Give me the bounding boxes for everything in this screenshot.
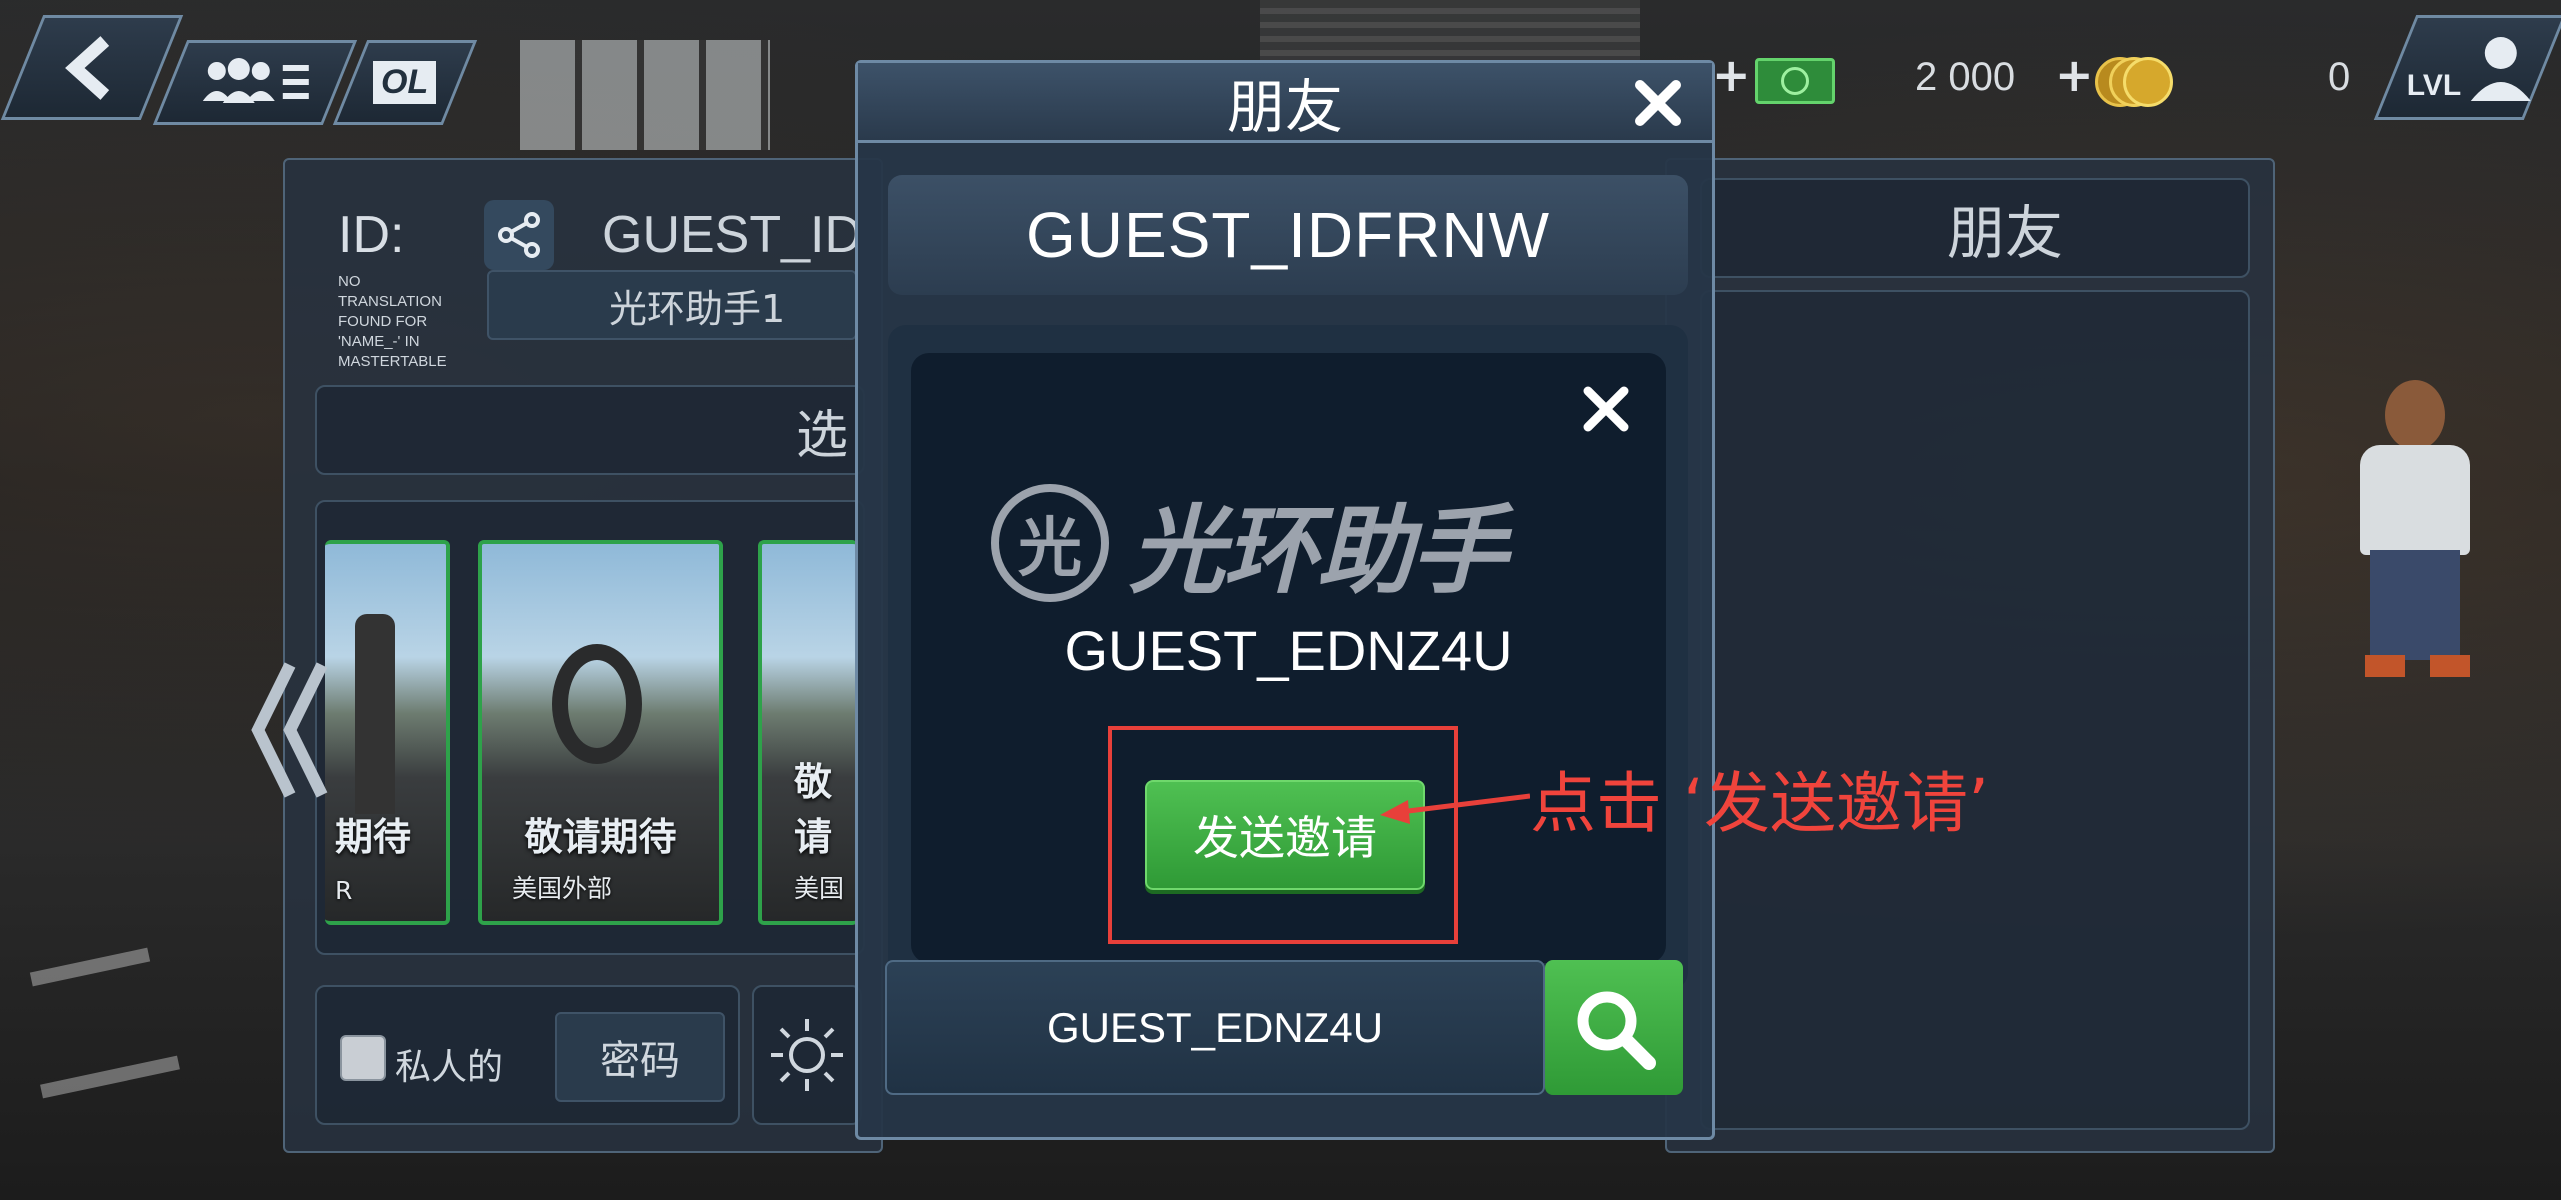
- private-label: 私人的: [395, 1047, 504, 1088]
- double-chevron-left-icon: [251, 662, 328, 798]
- search-value: GUEST_EDNZ4U: [1046, 1003, 1384, 1051]
- mode-selector-header[interactable]: 选: [315, 385, 865, 475]
- track-card-title: 敬请: [794, 760, 833, 859]
- track-card[interactable]: 敬请 美国: [758, 540, 858, 925]
- id-label: ID:: [338, 206, 405, 264]
- background-window: [520, 40, 770, 150]
- level-label: LVL: [2406, 68, 2462, 102]
- password-button[interactable]: 密码: [555, 1012, 725, 1102]
- annotation-arrow-icon: [1380, 793, 1530, 824]
- modal-header: 朋友: [858, 63, 1712, 143]
- friends-list-button[interactable]: [152, 40, 358, 125]
- sun-icon: [771, 1019, 843, 1091]
- weather-button[interactable]: [752, 985, 862, 1125]
- track-card-title: 敬请期待: [524, 815, 677, 859]
- money-value: 2 000: [1915, 55, 2016, 99]
- friends-list-icon: [203, 57, 309, 103]
- my-id-banner: GUEST_IDFRNW: [888, 175, 1688, 295]
- ol-label: OL: [373, 61, 437, 104]
- halo-logo-icon: 光: [991, 483, 1109, 602]
- search-button[interactable]: [1545, 960, 1683, 1095]
- translation-note: NO TRANSLATION FOUND FOR 'NAME_-' IN MAS…: [338, 273, 447, 370]
- result-close-button[interactable]: [1578, 381, 1634, 437]
- modal-title: 朋友: [1226, 72, 1343, 141]
- my-id-value: GUEST_IDFRNW: [1026, 199, 1550, 271]
- watermark-text: 光环助手: [1129, 495, 1507, 607]
- track-card[interactable]: 期待 R: [325, 540, 450, 925]
- modal-close-button[interactable]: [1626, 71, 1690, 135]
- close-icon: [1635, 80, 1681, 126]
- search-icon: [1577, 991, 1656, 1070]
- track-card-subtitle: R: [335, 876, 353, 905]
- track-card-title: 期待: [335, 815, 412, 859]
- track-card[interactable]: 敬请期待 美国外部: [478, 540, 723, 925]
- user-avatar-icon: [2471, 36, 2532, 101]
- annotation-highlight-box: [1108, 726, 1458, 944]
- share-button[interactable]: [484, 200, 554, 270]
- track-card-subtitle: 美国外部: [512, 874, 613, 903]
- password-label: 密码: [600, 1038, 680, 1084]
- gold-coins-icon: [2095, 55, 2173, 110]
- add-money-icon[interactable]: +: [1712, 48, 1751, 102]
- friends-list: [1700, 290, 2250, 1130]
- friends-panel-header: 朋友: [1700, 178, 2250, 278]
- back-arrow-icon: [65, 35, 110, 100]
- share-icon: [498, 212, 540, 258]
- player-name-field[interactable]: 光环助手1: [487, 270, 857, 340]
- friends-panel-title: 朋友: [1946, 199, 2063, 267]
- character-figure: [2340, 380, 2490, 680]
- watermark-logo: 光 光环助手: [991, 473, 1507, 612]
- found-player-name: GUEST_EDNZ4U: [1064, 619, 1513, 682]
- player-name-value: 光环助手1: [609, 286, 786, 331]
- friend-search-input[interactable]: GUEST_EDNZ4U: [885, 960, 1545, 1095]
- player-id-value: GUEST_IDFRNV: [602, 206, 857, 264]
- gold-value: 0: [2328, 55, 2351, 99]
- carousel-prev-button[interactable]: [250, 660, 330, 800]
- mode-selector-label: 选: [795, 405, 848, 466]
- close-icon: [1583, 386, 1629, 432]
- track-card-subtitle: 美国: [794, 874, 845, 903]
- annotation-text: 点击 ‘发送邀请’: [1530, 765, 1989, 842]
- private-checkbox[interactable]: [340, 1035, 386, 1081]
- money-icon: [1755, 58, 1835, 104]
- add-gold-icon[interactable]: +: [2055, 48, 2094, 102]
